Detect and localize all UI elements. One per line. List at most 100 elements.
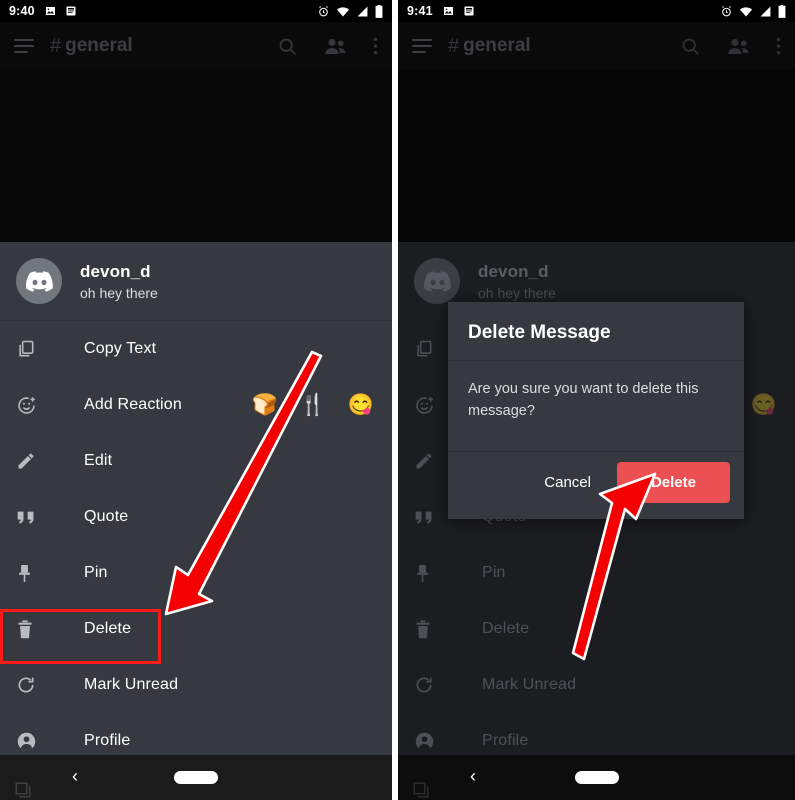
menu-item-label: Mark Unread (482, 676, 577, 693)
members-icon[interactable] (727, 37, 750, 55)
cancel-button[interactable]: Cancel (526, 464, 609, 501)
news-icon (464, 6, 474, 16)
battery-icon (375, 4, 383, 18)
channel-header: # general (398, 22, 795, 70)
trash-icon (414, 619, 448, 640)
channel-header: # general (0, 22, 392, 70)
copy-icon (16, 339, 50, 359)
emoji-fork-knife[interactable]: 🍴 (300, 395, 326, 416)
menu-item-delete[interactable]: Delete (0, 601, 392, 657)
menu-item-delete[interactable]: Delete (398, 601, 795, 657)
menu-item-label: Pin (482, 564, 506, 581)
channel-title[interactable]: # general (50, 35, 133, 58)
status-bar-clock: 9:41 (407, 4, 433, 18)
menu-item-label: Quote (84, 508, 129, 525)
message-author: devon_d (80, 261, 151, 281)
menu-item-pin[interactable]: Pin (0, 545, 392, 601)
person-icon (414, 731, 448, 752)
back-chevron-icon[interactable]: ‹ (470, 767, 476, 785)
emoji-yum[interactable]: 😋 (348, 395, 374, 416)
quote-icon (16, 509, 50, 526)
copy-icon (414, 339, 448, 359)
avatar (414, 258, 460, 304)
system-nav-bar: ‹ (398, 755, 795, 800)
menu-item-pin[interactable]: Pin (398, 545, 795, 601)
back-chevron-icon[interactable]: ‹ (72, 767, 78, 785)
hash-icon: # (448, 34, 460, 57)
members-icon[interactable] (324, 37, 347, 55)
left-phone-screen: 9:40 # general devon_d oh hey there Copy… (0, 0, 392, 800)
quick-reaction-emojis: 🍞 🍴 😋 (252, 395, 374, 416)
menu-item-label: Pin (84, 564, 108, 581)
alarm-icon (722, 5, 731, 16)
message-action-sheet: devon_d oh hey there Copy Text Add React… (0, 242, 392, 800)
menu-item-mark-unread[interactable]: Mark Unread (398, 657, 795, 713)
wifi-icon (336, 6, 350, 16)
status-bar: 9:40 (0, 0, 392, 22)
menu-item-copy-text[interactable]: Copy Text (0, 321, 392, 377)
menu-item-quote[interactable]: Quote (0, 489, 392, 545)
discord-logo-icon (25, 270, 53, 292)
confirm-delete-button[interactable]: Delete (616, 461, 730, 503)
screenshot-stage: 9:40 # general devon_d oh hey there Copy… (0, 0, 795, 800)
delete-message-dialog: Delete Message Are you sure you want to … (448, 302, 744, 519)
person-icon (16, 731, 50, 752)
pin-icon (16, 563, 50, 584)
dialog-actions: Cancel Delete (448, 450, 744, 519)
hamburger-icon[interactable] (412, 39, 432, 53)
hamburger-icon[interactable] (14, 39, 34, 53)
menu-item-label: Profile (84, 732, 131, 749)
dialog-body-text: Are you sure you want to delete this mes… (468, 381, 699, 420)
menu-item-label: Edit (84, 452, 113, 469)
battery-icon (778, 4, 786, 18)
home-pill-icon[interactable] (174, 771, 218, 784)
overflow-icon[interactable] (776, 36, 781, 56)
search-icon[interactable] (277, 36, 298, 57)
message-text: oh hey there (80, 284, 158, 301)
emoji-bread[interactable]: 🍞 (252, 395, 278, 416)
refresh-icon (16, 675, 50, 695)
status-bar: 9:41 (398, 0, 795, 22)
wifi-icon (739, 6, 753, 16)
menu-item-label: Delete (84, 620, 132, 637)
message-text: oh hey there (478, 284, 556, 301)
channel-name: general (463, 35, 531, 56)
alarm-icon (319, 5, 328, 16)
discord-logo-icon (423, 270, 451, 292)
overflow-icon[interactable] (373, 36, 378, 56)
menu-item-label: Copy Text (84, 340, 157, 357)
refresh-icon (414, 675, 448, 695)
news-icon (66, 6, 76, 16)
search-icon[interactable] (680, 36, 701, 57)
menu-item-label: Profile (482, 732, 529, 749)
emoji-yum[interactable]: 😋 (751, 395, 777, 416)
add-reaction-icon (414, 395, 448, 416)
panel-divider (392, 0, 398, 800)
trash-icon (16, 619, 50, 640)
menu-item-edit[interactable]: Edit (0, 433, 392, 489)
menu-item-mark-unread[interactable]: Mark Unread (0, 657, 392, 713)
channel-name: general (65, 35, 133, 56)
quote-icon (414, 509, 448, 526)
channel-title[interactable]: # general (448, 35, 531, 58)
right-phone-screen: 9:41 # general devon_d oh hey there 😋 Pi… (398, 0, 795, 800)
system-nav-bar: ‹ (0, 755, 392, 800)
menu-item-label: Add Reaction (84, 396, 182, 413)
recents-icon[interactable] (412, 781, 430, 799)
pencil-icon (16, 451, 50, 471)
menu-item-label: Mark Unread (84, 676, 179, 693)
add-reaction-icon (16, 395, 50, 416)
image-icon (45, 7, 55, 15)
recents-icon[interactable] (14, 781, 32, 799)
status-bar-clock: 9:40 (9, 4, 35, 18)
image-icon (443, 7, 453, 15)
menu-item-add-reaction[interactable]: Add Reaction 🍞 🍴 😋 (0, 377, 392, 433)
hash-icon: # (50, 34, 62, 57)
avatar (16, 258, 62, 304)
signal-icon (760, 6, 771, 16)
menu-item-label: Delete (482, 620, 530, 637)
signal-icon (357, 6, 368, 16)
message-preview-header: devon_d oh hey there (0, 242, 392, 321)
home-pill-icon[interactable] (574, 771, 619, 784)
dialog-title: Delete Message (448, 302, 744, 361)
